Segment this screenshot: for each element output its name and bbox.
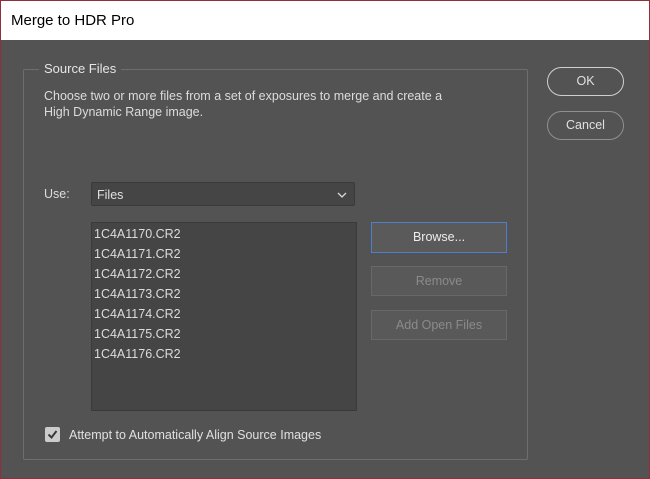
- merge-to-hdr-dialog: Merge to HDR Pro Source Files Choose two…: [0, 0, 650, 479]
- list-item[interactable]: 1C4A1174.CR2: [94, 306, 181, 322]
- source-files-description: Choose two or more files from a set of e…: [44, 89, 443, 119]
- list-item[interactable]: 1C4A1172.CR2: [94, 266, 181, 282]
- use-label: Use:: [44, 187, 70, 201]
- list-item[interactable]: 1C4A1171.CR2: [94, 246, 181, 262]
- checkmark-icon: [47, 430, 58, 440]
- align-checkbox-label[interactable]: Attempt to Automatically Align Source Im…: [69, 428, 321, 442]
- list-item[interactable]: 1C4A1170.CR2: [94, 226, 181, 242]
- file-list[interactable]: 1C4A1170.CR2 1C4A1171.CR2 1C4A1172.CR2 1…: [91, 222, 357, 411]
- list-item[interactable]: 1C4A1176.CR2: [94, 346, 181, 362]
- use-select[interactable]: Files: [91, 182, 355, 206]
- browse-button[interactable]: Browse...: [371, 222, 507, 253]
- source-files-legend: Source Files: [39, 60, 122, 77]
- chevron-down-icon: [337, 192, 347, 198]
- list-item[interactable]: 1C4A1173.CR2: [94, 286, 181, 302]
- remove-button[interactable]: Remove: [371, 266, 507, 296]
- list-item[interactable]: 1C4A1175.CR2: [94, 326, 181, 342]
- title-bar: Merge to HDR Pro: [1, 1, 649, 40]
- add-open-files-button[interactable]: Add Open Files: [371, 310, 507, 340]
- cancel-button[interactable]: Cancel: [547, 111, 624, 140]
- use-select-value: Files: [97, 188, 124, 202]
- align-checkbox[interactable]: [45, 427, 60, 442]
- window-title: Merge to HDR Pro: [11, 12, 135, 29]
- ok-button[interactable]: OK: [547, 67, 624, 96]
